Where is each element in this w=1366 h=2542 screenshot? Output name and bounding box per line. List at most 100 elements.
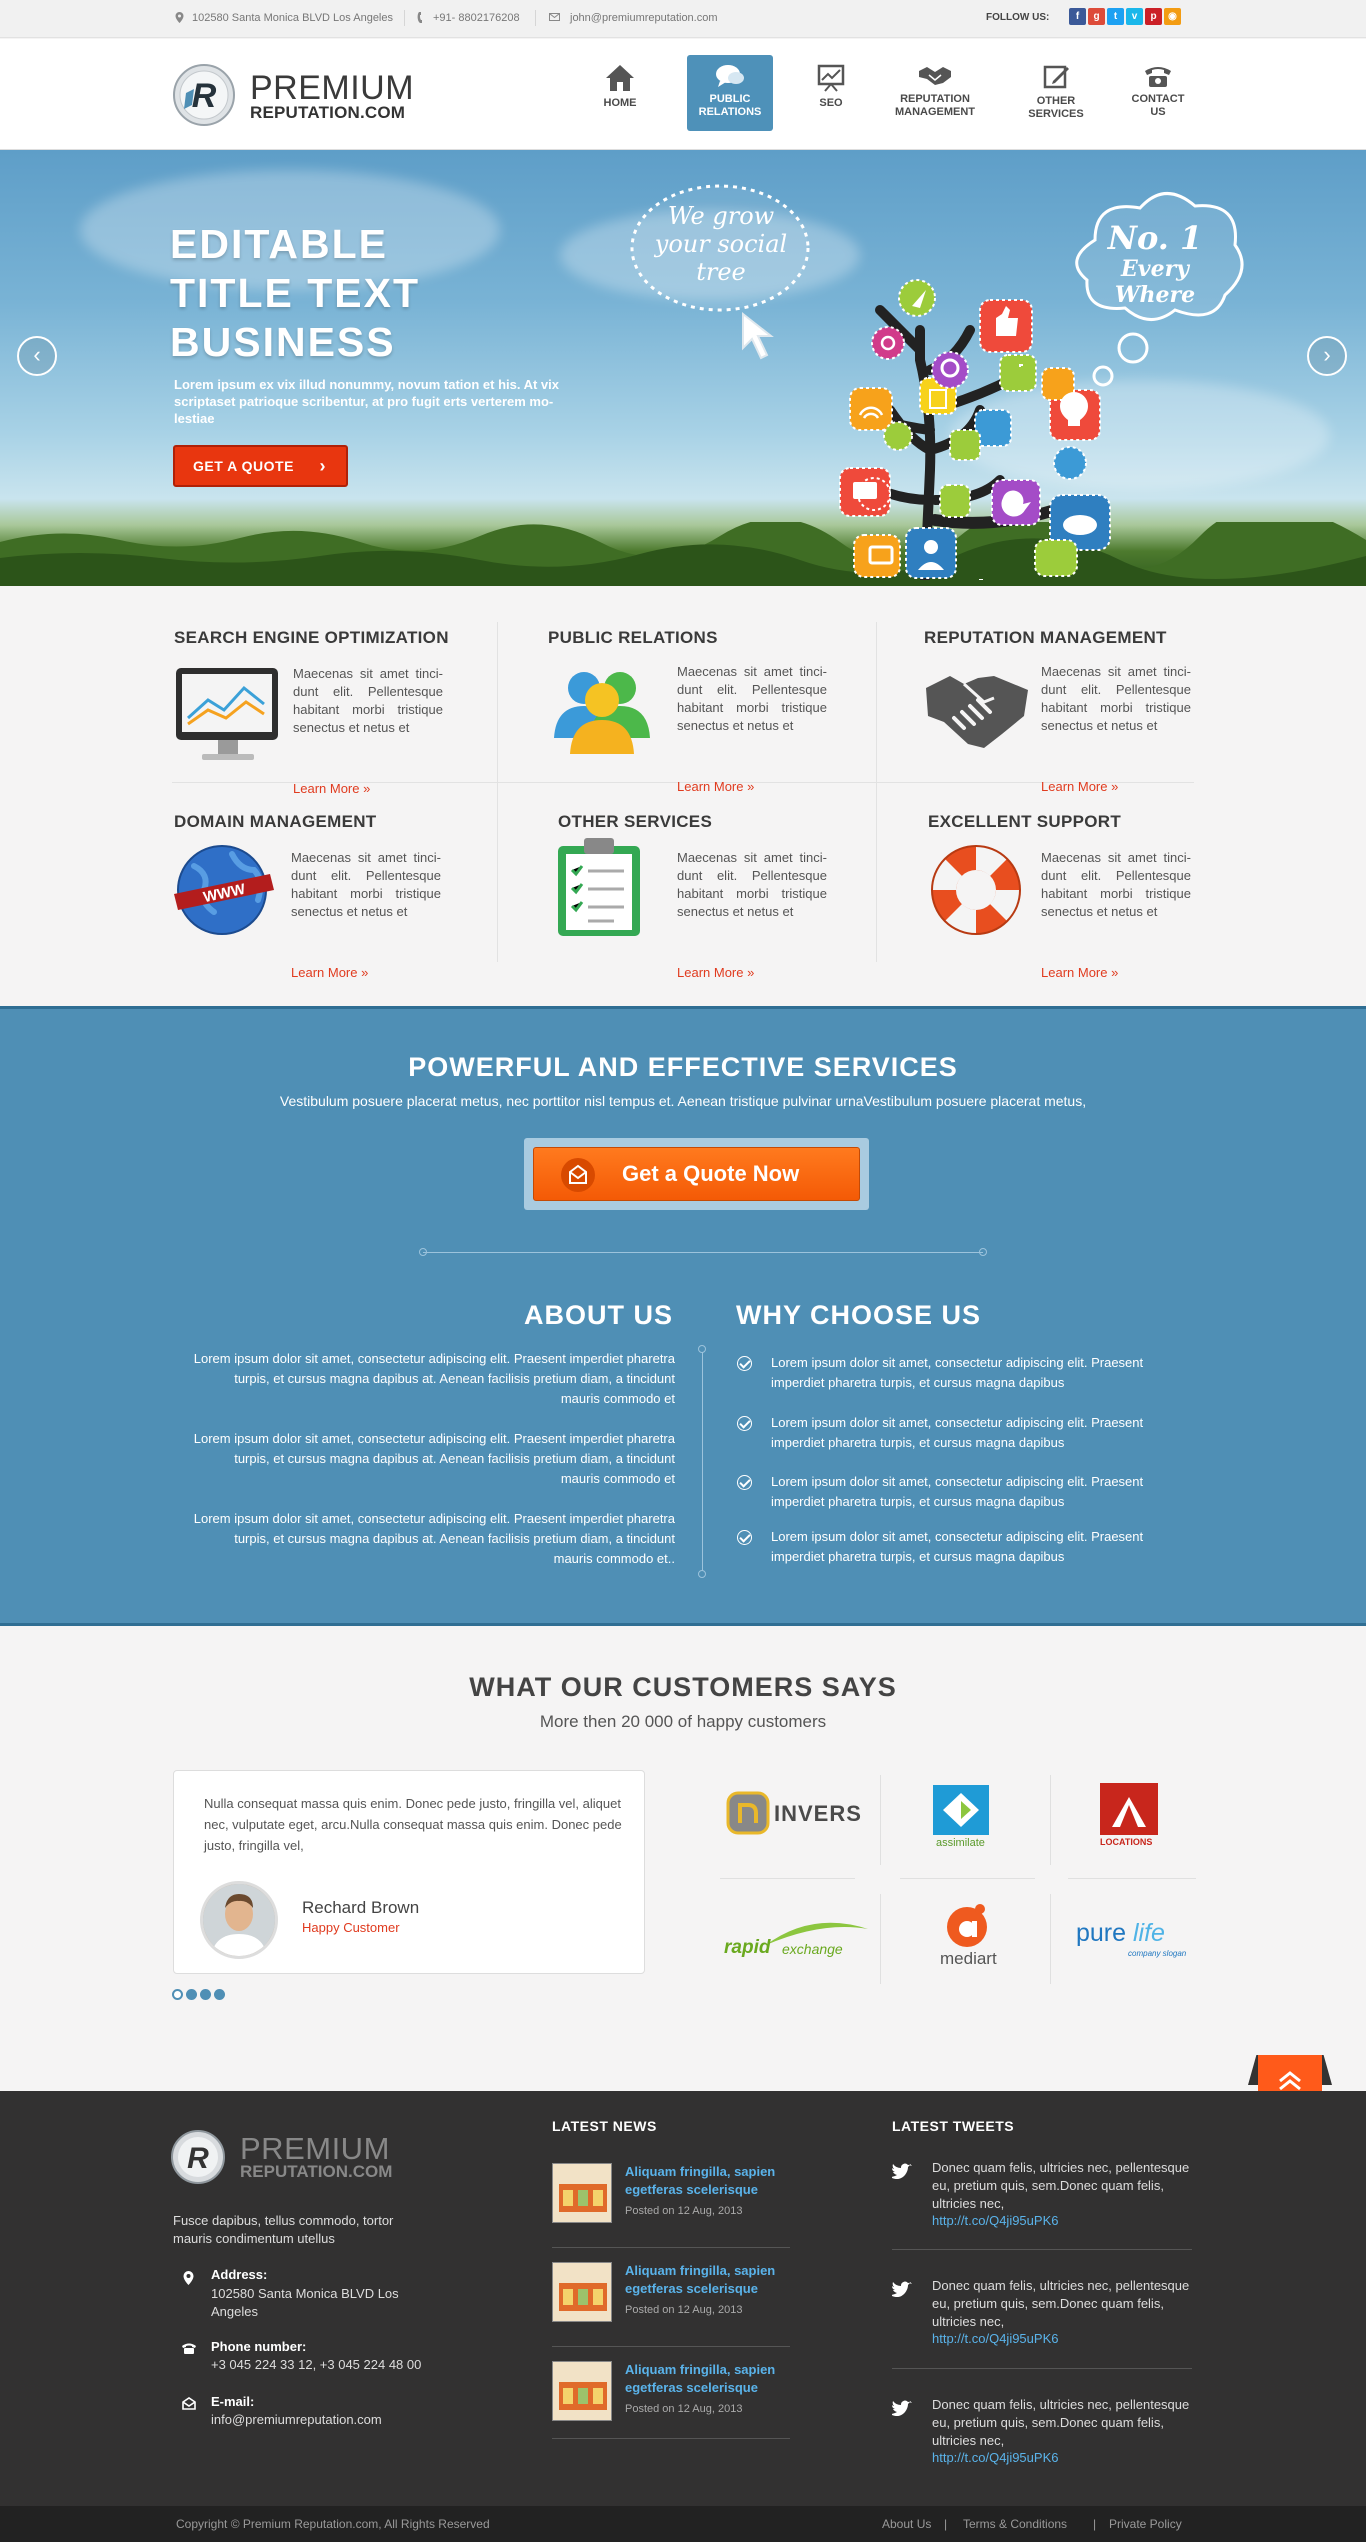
handshake-icon [926, 676, 1028, 748]
site-logo[interactable]: R PREMIUM REPUTATION.COM [172, 63, 414, 129]
twitter-icon [890, 2281, 912, 2302]
why-text: Lorem ipsum dolor sit amet, consectetur … [771, 1355, 1144, 1390]
news-link[interactable]: Aliquam fringilla, sapien egetferas scel… [625, 2361, 790, 2397]
edit-icon [1043, 65, 1069, 89]
globe-www-icon: WWW [174, 845, 274, 935]
chevron-right-icon: › [319, 456, 326, 476]
learn-more-link[interactable]: Learn More » [1041, 779, 1118, 794]
slider-next-button[interactable]: › [1307, 336, 1347, 376]
client-logo-invers[interactable]: INVERS [722, 1779, 892, 1874]
pagination-dot[interactable] [172, 1989, 183, 2000]
nav-seo[interactable]: SEO [788, 55, 874, 131]
footer: R PREMIUM REPUTATION.COM Fusce dapibus, … [0, 2091, 1366, 2506]
people-icon [554, 672, 650, 754]
divider [535, 10, 536, 26]
testimonial-card: Nulla consequat massa quis enim. Donec p… [173, 1770, 645, 1974]
tweet-link[interactable]: http://t.co/Q4ji95uPK6 [932, 2450, 1058, 2465]
tweet-item: Donec quam felis, ultricies nec, pellent… [890, 2159, 1192, 2229]
footer-about: Fusce dapibus, tellus commodo, tortor ma… [173, 2213, 394, 2246]
nav-label: PUBLIC [709, 93, 751, 105]
logo-text: INVERS [774, 1801, 862, 1826]
pagination-dot[interactable] [214, 1989, 225, 2000]
divider-dot [698, 1570, 706, 1578]
vimeo-icon[interactable]: v [1126, 8, 1143, 25]
top-bar: 102580 Santa Monica BLVD Los Angeles +91… [0, 0, 1366, 38]
customer-name: Rechard Brown [302, 1898, 420, 1917]
facebook-icon[interactable]: f [1069, 8, 1086, 25]
footer-logo[interactable]: R PREMIUM REPUTATION.COM [170, 2129, 410, 2189]
service-title: REPUTATION MANAGEMENT [924, 628, 1167, 647]
service-card: REPUTATION MANAGEMENT Maecenas sit amet … [924, 628, 1224, 794]
divider [702, 1349, 703, 1574]
learn-more-link[interactable]: Learn More » [677, 965, 754, 980]
customer-role: Happy Customer [302, 1920, 400, 1935]
location-icon [175, 12, 184, 26]
learn-more-link[interactable]: Learn More » [291, 965, 368, 980]
check-circle-icon [737, 1416, 752, 1431]
learn-more-link[interactable]: Learn More » [1041, 965, 1118, 980]
email-label: E-mail: [211, 2394, 255, 2409]
topbar-phone: +91- 8802176208 [433, 12, 520, 24]
divider [892, 2249, 1192, 2250]
twitter-icon [890, 2400, 912, 2421]
footer-logo-line2: REPUTATION.COM [240, 2162, 393, 2181]
news-item[interactable]: Aliquam fringilla, sapien egetferas scel… [552, 2163, 790, 2253]
footer-link-about[interactable]: About Us [882, 2517, 931, 2531]
nav-reputation-management[interactable]: REPUTATION MANAGEMENT [893, 55, 977, 131]
about-paragraph: Lorem ipsum dolor sit amet, consectetur … [193, 1431, 675, 1486]
topbar-email[interactable]: john@premiumreputation.com [570, 12, 718, 24]
nav-contact-us[interactable]: CONTACT US [1115, 55, 1201, 131]
client-logo-assimilate[interactable]: assimilate [900, 1779, 1070, 1874]
tweet-text: Donec quam felis, ultricies nec, pellent… [932, 2278, 1190, 2329]
svg-text:R: R [187, 2142, 209, 2175]
client-logo-locations[interactable]: LOCATIONS [1068, 1779, 1238, 1874]
service-text: Maecenas sit amet tinci- dunt elit. Pell… [677, 850, 827, 919]
learn-more-link[interactable]: Learn More » [677, 779, 754, 794]
service-text: Maecenas sit amet tinci- dunt elit. Pell… [293, 666, 443, 735]
get-quote-button[interactable]: GET A QUOTE › [173, 445, 348, 487]
news-item[interactable]: Aliquam fringilla, sapien egetferas scel… [552, 2262, 790, 2352]
client-logo-mediart[interactable]: mediart [900, 1899, 1070, 1994]
envelope-icon [181, 2397, 197, 2415]
assimilate-logo-icon [933, 1785, 989, 1835]
client-logo-purelife[interactable]: pure life company slogan [1068, 1899, 1238, 1994]
nav-label: RELATIONS [698, 106, 762, 118]
pagination-dot[interactable] [200, 1989, 211, 2000]
pinterest-icon[interactable]: p [1145, 8, 1162, 25]
service-card: PUBLIC RELATIONS Maecenas sit amet tinci… [548, 628, 848, 794]
nav-home[interactable]: HOME [577, 55, 663, 131]
email-link[interactable]: info@premiumreputation.com [211, 2412, 382, 2427]
phone-icon [417, 12, 425, 26]
rss-icon[interactable]: ◉ [1164, 8, 1181, 25]
mediart-logo-icon [947, 1904, 987, 1947]
footer-link-privacy[interactable]: Private Policy [1109, 2517, 1182, 2531]
news-link[interactable]: Aliquam fringilla, sapien egetferas scel… [625, 2163, 790, 2199]
logo-icon: R [173, 64, 235, 126]
twitter-icon [890, 2163, 912, 2184]
why-title: WHY CHOOSE US [736, 1300, 982, 1330]
hero-text: Lorem ipsum ex vix illud nonummy, novum … [174, 377, 560, 426]
nav-other-services[interactable]: OTHER SERVICES [1013, 55, 1099, 131]
news-link[interactable]: Aliquam fringilla, sapien egetferas scel… [625, 2262, 790, 2298]
slider-prev-button[interactable]: ‹ [17, 336, 57, 376]
chevron-right-icon: › [1323, 342, 1331, 367]
tweet-link[interactable]: http://t.co/Q4ji95uPK6 [932, 2213, 1058, 2228]
divider [404, 10, 405, 26]
client-logo-rapid-exchange[interactable]: rapid exchange [722, 1899, 892, 1994]
divider [497, 622, 498, 962]
google-plus-icon[interactable]: g [1088, 8, 1105, 25]
location-icon [183, 2271, 194, 2290]
tweet-item: Donec quam felis, ultricies nec, pellent… [890, 2396, 1192, 2466]
tweet-link[interactable]: http://t.co/Q4ji95uPK6 [932, 2331, 1058, 2346]
get-quote-now-label: Get a Quote Now [622, 1161, 800, 1186]
get-quote-now-button[interactable]: Get a Quote Now [533, 1147, 860, 1201]
twitter-icon[interactable]: t [1107, 8, 1124, 25]
footer-link-terms[interactable]: Terms & Conditions [963, 2517, 1067, 2531]
news-thumbnail [552, 2163, 612, 2223]
nav-public-relations[interactable]: PUBLIC RELATIONS [687, 55, 773, 131]
hero-title-line: BUSINESS [170, 319, 396, 365]
nav-label: US [1150, 106, 1166, 118]
divider [552, 2247, 790, 2248]
learn-more-link[interactable]: Learn More » [293, 781, 370, 796]
pagination-dot[interactable] [186, 1989, 197, 2000]
